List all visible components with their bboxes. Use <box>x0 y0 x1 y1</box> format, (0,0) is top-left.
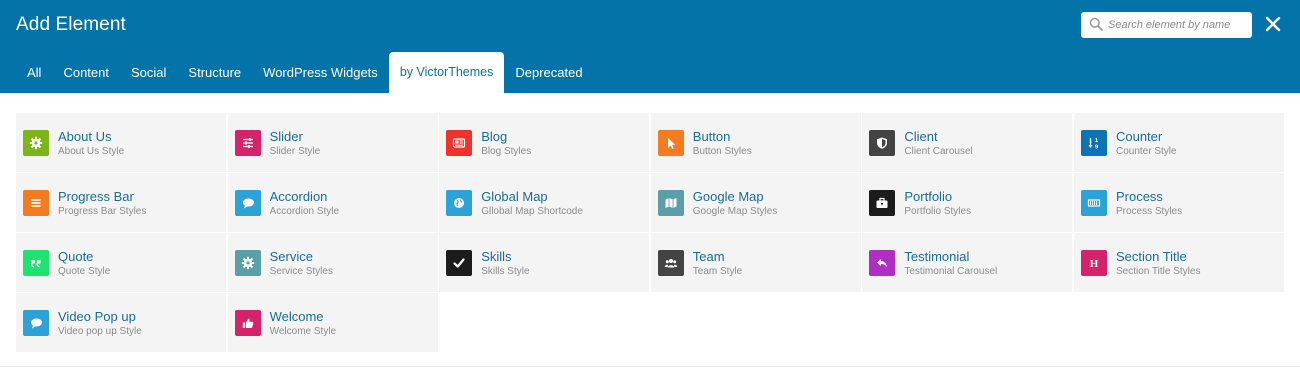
element-name: Skills <box>481 249 512 264</box>
element-name: Progress Bar <box>58 189 134 204</box>
element-description: Testimonial Carousel <box>904 266 998 277</box>
element-name: Team <box>692 249 725 264</box>
element-name: Slider <box>269 129 303 144</box>
element-description: Progress Bar Styles <box>58 206 147 217</box>
element-service[interactable]: Service Service Styles <box>227 233 438 292</box>
element-description: Accordion Style <box>269 206 340 217</box>
check-icon <box>446 250 473 276</box>
newspaper-icon <box>446 130 473 156</box>
divider <box>0 366 1300 367</box>
map-icon <box>657 190 684 216</box>
modal-title: Add Element <box>16 14 126 35</box>
tab-wordpress-widgets[interactable]: WordPress Widgets <box>252 52 389 93</box>
reply-icon <box>869 250 896 276</box>
tab-social[interactable]: Social <box>120 52 177 93</box>
element-description: Section Title Styles <box>1115 266 1201 277</box>
element-description: Google Map Styles <box>692 206 778 217</box>
users-icon <box>657 250 684 276</box>
element-testimonial[interactable]: Testimonial Testimonial Carousel <box>862 233 1073 292</box>
comments-icon <box>23 310 49 336</box>
element-description: Counter Style <box>1115 146 1177 157</box>
element-name: Client <box>904 129 938 144</box>
gear-icon <box>23 130 49 156</box>
element-video-pop-up[interactable]: Video Pop up Video pop up Style <box>16 293 226 352</box>
element-description: About Us Style <box>58 146 125 157</box>
element-accordion[interactable]: Accordion Accordion Style <box>227 173 438 232</box>
element-name: Section Title <box>1115 249 1187 264</box>
tab-all[interactable]: All <box>16 52 52 93</box>
element-portfolio[interactable]: Portfolio Portfolio Styles <box>862 173 1073 232</box>
element-description: Process Styles <box>1115 206 1183 217</box>
element-quote[interactable]: Quote Quote Style <box>16 233 226 292</box>
element-description: Video pop up Style <box>58 326 142 337</box>
svg-text:1: 1 <box>1095 138 1098 144</box>
sort-numeric-icon: 19 <box>1080 130 1107 156</box>
element-name: Counter <box>1115 129 1163 144</box>
search-box[interactable] <box>1081 12 1252 38</box>
element-name: Quote <box>58 249 94 264</box>
element-counter[interactable]: 1 9 Counter Counter Style <box>1073 113 1284 172</box>
element-description: Client Carousel <box>904 146 973 157</box>
element-name: Service <box>269 249 313 264</box>
element-name: Blog <box>481 129 508 144</box>
svg-text:9: 9 <box>1095 145 1098 151</box>
sliders-icon <box>234 130 261 156</box>
element-name: Global Map <box>481 189 548 204</box>
element-description: Slider Style <box>269 146 321 157</box>
category-tabs: All Content Social Structure WordPress Widge… <box>16 52 594 93</box>
element-name: Welcome <box>269 309 324 324</box>
thumbs-up-icon <box>234 310 261 336</box>
element-google-map[interactable]: Google Map Google Map Styles <box>650 173 861 232</box>
element-name: Video Pop up <box>58 309 136 324</box>
element-description: Welcome Style <box>269 326 337 337</box>
element-description: Gllobal Map Shortcode <box>481 206 583 217</box>
element-description: Team Style <box>692 266 743 277</box>
svg-text:H: H <box>1090 258 1099 270</box>
search-input[interactable] <box>1108 15 1248 35</box>
element-client[interactable]: Client Client Carousel <box>862 113 1073 172</box>
element-name: Portfolio <box>904 189 953 204</box>
search-icon <box>1089 17 1103 31</box>
element-skills[interactable]: Skills Skills Style <box>439 233 650 292</box>
element-name: Button <box>692 129 731 144</box>
element-description: Portfolio Styles <box>904 206 972 217</box>
close-icon[interactable] <box>1264 15 1282 33</box>
tab-deprecated[interactable]: Deprecated <box>504 52 593 93</box>
element-blog[interactable]: Blog Blog Styles <box>439 113 650 172</box>
element-name: Testimonial <box>904 249 970 264</box>
element-progress-bar[interactable]: Progress Bar Progress Bar Styles <box>16 173 226 232</box>
globe-icon <box>446 190 473 216</box>
element-global-map[interactable]: Global Map Gllobal Map Shortcode <box>439 173 650 232</box>
comments-icon <box>234 190 261 216</box>
cursor-icon <box>657 130 684 156</box>
list-icon <box>23 190 49 216</box>
tab-by-victorthemes[interactable]: by VictorThemes <box>388 52 505 93</box>
shield-icon <box>869 130 896 156</box>
element-name: About Us <box>58 129 112 144</box>
element-button[interactable]: Button Button Styles <box>650 113 861 172</box>
element-description: Button Styles <box>692 146 752 157</box>
briefcase-icon <box>869 190 896 216</box>
element-description: Skills Style <box>481 266 530 277</box>
element-slider[interactable]: Slider Slider Style <box>227 113 438 172</box>
tab-structure[interactable]: Structure <box>177 52 252 93</box>
progress-bar-icon <box>1080 190 1107 216</box>
element-description: Quote Style <box>58 266 111 277</box>
element-name: Process <box>1115 189 1163 204</box>
modal-header: Add Element AllContentSocialStructureWor… <box>0 0 1300 93</box>
element-section-title[interactable]: H Section Title Section Title Styles <box>1073 233 1284 292</box>
element-name: Accordion <box>269 189 328 204</box>
quote-icon <box>23 250 49 276</box>
element-name: Google Map <box>692 189 764 204</box>
element-team[interactable]: Team Team Style <box>650 233 861 292</box>
element-description: Service Styles <box>269 266 333 277</box>
element-grid: About Us About Us Style Slider Slider Style… <box>16 113 1284 352</box>
element-description: Blog Styles <box>481 146 532 157</box>
element-about-us[interactable]: About Us About Us Style <box>16 113 226 172</box>
element-process[interactable]: Process Process Styles <box>1073 173 1284 232</box>
heading-icon: H <box>1080 250 1107 276</box>
element-welcome[interactable]: Welcome Welcome Style <box>227 293 438 352</box>
gear-icon <box>234 250 261 276</box>
tab-content[interactable]: Content <box>52 52 120 93</box>
